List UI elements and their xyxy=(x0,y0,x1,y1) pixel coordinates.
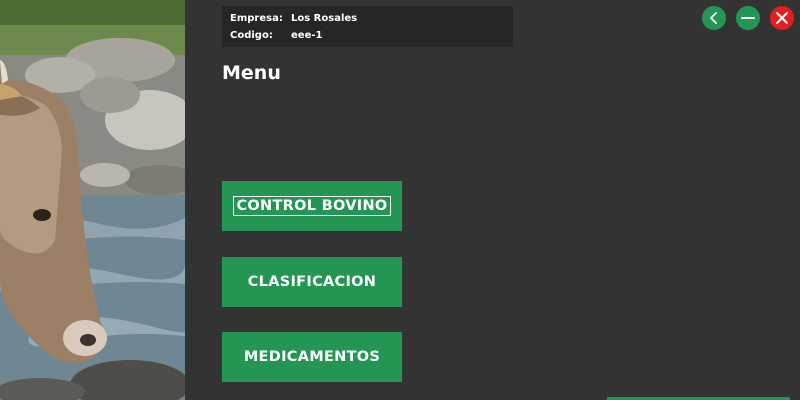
minimize-button[interactable] xyxy=(736,6,760,30)
minus-icon xyxy=(741,17,755,19)
company-label: Empresa: xyxy=(230,13,283,24)
company-row: Empresa: Los Rosales xyxy=(230,13,357,24)
medicamentos-label: MEDICAMENTOS xyxy=(243,349,381,365)
chevron-left-icon xyxy=(710,12,717,24)
clasificacion-label: CLASIFICACION xyxy=(247,274,377,290)
close-icon xyxy=(776,12,788,24)
back-button[interactable] xyxy=(702,6,726,30)
control-bovino-label: CONTROL BOVINO xyxy=(233,196,391,216)
clasificacion-button[interactable]: CLASIFICACION xyxy=(222,257,402,307)
code-label: Codigo: xyxy=(230,30,273,41)
control-bovino-button[interactable]: CONTROL BOVINO xyxy=(222,181,402,231)
company-value: Los Rosales xyxy=(291,13,358,24)
medicamentos-button[interactable]: MEDICAMENTOS xyxy=(222,332,402,382)
code-row: Codigo: eee-1 xyxy=(230,30,322,41)
company-info-panel: Empresa: Los Rosales Codigo: eee-1 xyxy=(222,6,513,47)
code-value: eee-1 xyxy=(291,30,323,41)
close-button[interactable] xyxy=(770,6,794,30)
menu-title: Menu xyxy=(222,62,281,84)
cow-stream-photo xyxy=(0,0,185,400)
